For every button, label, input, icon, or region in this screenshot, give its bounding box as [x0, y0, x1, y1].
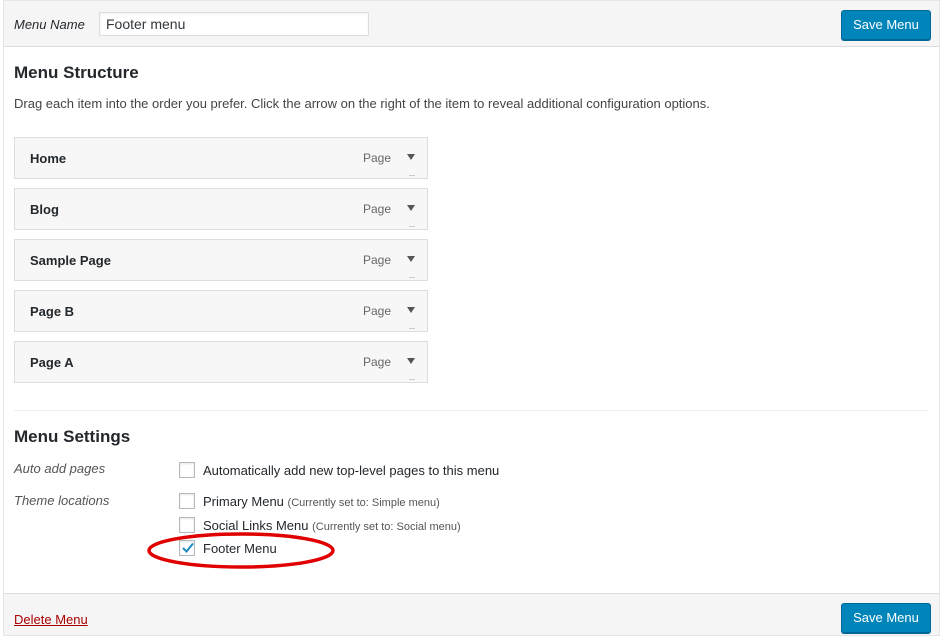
location-name: Footer Menu — [203, 541, 277, 556]
triangle-down-icon[interactable] — [404, 303, 418, 317]
triangle-down-icon[interactable] — [404, 252, 418, 266]
theme-locations-label: Theme locations — [14, 493, 110, 508]
auto-add-pages-label: Auto add pages — [14, 461, 106, 476]
drag-handle-icon — [409, 175, 415, 176]
menu-item-blog[interactable]: Blog Page — [14, 188, 428, 230]
drag-handle-icon — [409, 328, 415, 329]
menu-name-label: Menu Name — [14, 17, 85, 32]
footer-menu-checkbox[interactable] — [179, 540, 195, 556]
triangle-down-icon[interactable] — [404, 354, 418, 368]
menu-item-title: Page B — [30, 304, 75, 319]
drag-handle-icon — [409, 277, 415, 278]
drag-handle-icon — [409, 379, 415, 380]
menu-item-type: Page — [363, 151, 392, 165]
social-links-menu-checkbox[interactable] — [179, 517, 195, 533]
menu-structure-instructions: Drag each item into the order you prefer… — [14, 96, 710, 111]
social-links-menu-option-label[interactable]: Social Links Menu (Currently set to: Soc… — [203, 518, 461, 533]
drag-handle-icon — [409, 226, 415, 227]
location-note: (Currently set to: Simple menu) — [287, 497, 440, 509]
triangle-down-icon[interactable] — [404, 150, 418, 164]
primary-menu-checkbox[interactable] — [179, 493, 195, 509]
menu-editor-frame: Menu Name Save Menu Menu Structure Drag … — [3, 0, 940, 636]
menu-item-home[interactable]: Home Page — [14, 137, 428, 179]
menu-header-bar: Menu Name Save Menu — [4, 1, 939, 47]
auto-add-pages-option-label[interactable]: Automatically add new top-level pages to… — [203, 463, 499, 478]
menu-item-type: Page — [363, 202, 392, 216]
delete-menu-link[interactable]: Delete Menu — [14, 612, 88, 627]
menu-items-list: Home Page Blog Page Sample Page Page Pag… — [14, 137, 428, 392]
menu-item-type: Page — [363, 253, 392, 267]
menu-name-input[interactable] — [99, 12, 369, 36]
save-menu-button-bottom[interactable]: Save Menu — [841, 603, 931, 633]
menu-item-title: Page A — [30, 355, 74, 370]
location-note: (Currently set to: Social menu) — [312, 521, 461, 533]
location-name: Social Links Menu — [203, 518, 309, 533]
auto-add-pages-checkbox[interactable] — [179, 462, 195, 478]
menu-item-type: Page — [363, 304, 392, 318]
checkmark-icon — [182, 542, 194, 553]
triangle-down-icon[interactable] — [404, 201, 418, 215]
menu-item-title: Blog — [30, 202, 59, 217]
section-divider — [14, 410, 929, 411]
footer-menu-option-label[interactable]: Footer Menu — [203, 541, 277, 556]
menu-item-sample-page[interactable]: Sample Page Page — [14, 239, 428, 281]
menu-item-title: Home — [30, 151, 67, 166]
save-menu-button-top[interactable]: Save Menu — [841, 10, 931, 40]
primary-menu-option-label[interactable]: Primary Menu (Currently set to: Simple m… — [203, 494, 440, 509]
menu-item-page-b[interactable]: Page B Page — [14, 290, 428, 332]
location-name: Primary Menu — [203, 494, 284, 509]
menu-item-page-a[interactable]: Page A Page — [14, 341, 428, 383]
menu-item-type: Page — [363, 355, 392, 369]
menu-item-title: Sample Page — [30, 253, 111, 268]
menu-settings-title: Menu Settings — [14, 427, 131, 446]
menu-footer-bar — [4, 593, 939, 635]
menu-structure-title: Menu Structure — [14, 63, 139, 82]
